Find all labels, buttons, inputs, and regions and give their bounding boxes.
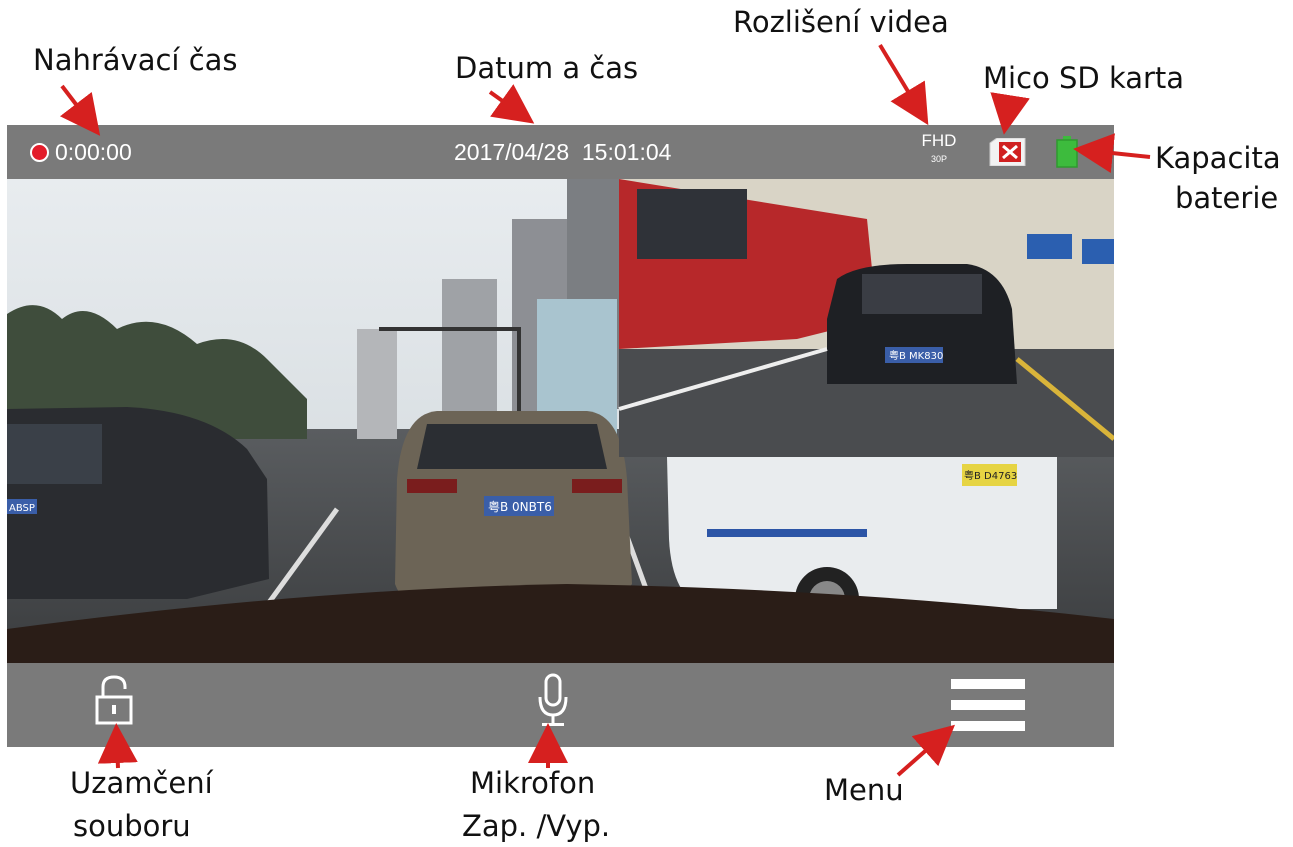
rear-camera-inset: 粤B MK830 [618,179,1114,457]
resolution-indicator: FHD 30P [919,132,959,168]
label-battery-line2: baterie [1175,181,1279,215]
status-bar: 0:00:00 2017/04/28 15:01:04 FHD 30P [7,125,1114,179]
arrow-recording-time [59,84,101,136]
label-menu: Menu [824,773,904,807]
label-recording-time: Nahrávací čas [33,43,238,77]
label-mic-line2: Zap. /Vyp. [462,809,611,843]
camera-view: ABSP 粤B 0NBT6 粤B MK830 粤B D4763 [7,179,1114,663]
label-sd-card: Mico SD karta [983,61,1185,95]
recording-time: 0:00:00 [55,139,132,165]
plate-front-text: 粤B 0NBT6 [488,499,552,514]
label-video-resolution: Rozlišení videa [733,5,949,39]
control-bar [7,663,1114,747]
plate-white-text: 粤B D4763 [964,469,1017,482]
label-lock-line1: Uzamčení [70,766,213,800]
dashcam-screen: 0:00:00 2017/04/28 15:01:04 FHD 30P ABSP… [7,125,1114,747]
sd-card-missing-icon [989,138,1026,166]
hamburger-menu-icon[interactable] [951,679,1025,731]
plate-rear-text: 粤B MK830 [889,349,943,362]
label-mic-line1: Mikrofon [470,766,596,800]
label-date-time: Datum a čas [455,51,639,85]
resolution-text: FHD [921,131,957,150]
arrow-date-time [488,84,535,124]
plate-left-text: ABSP [9,503,35,514]
arrow-sd-card [990,92,1030,135]
date-time: 2017/04/28 15:01:04 [454,139,672,165]
label-battery-line1: Kapacita [1155,141,1281,175]
record-dot-icon [30,143,49,162]
label-lock-line2: souboru [73,809,191,843]
arrow-video-resolution [878,43,929,126]
unlock-icon[interactable] [95,675,133,725]
battery-full-icon [1056,136,1078,168]
microphone-icon[interactable] [536,673,570,729]
frame-rate-text: 30P [930,154,947,164]
